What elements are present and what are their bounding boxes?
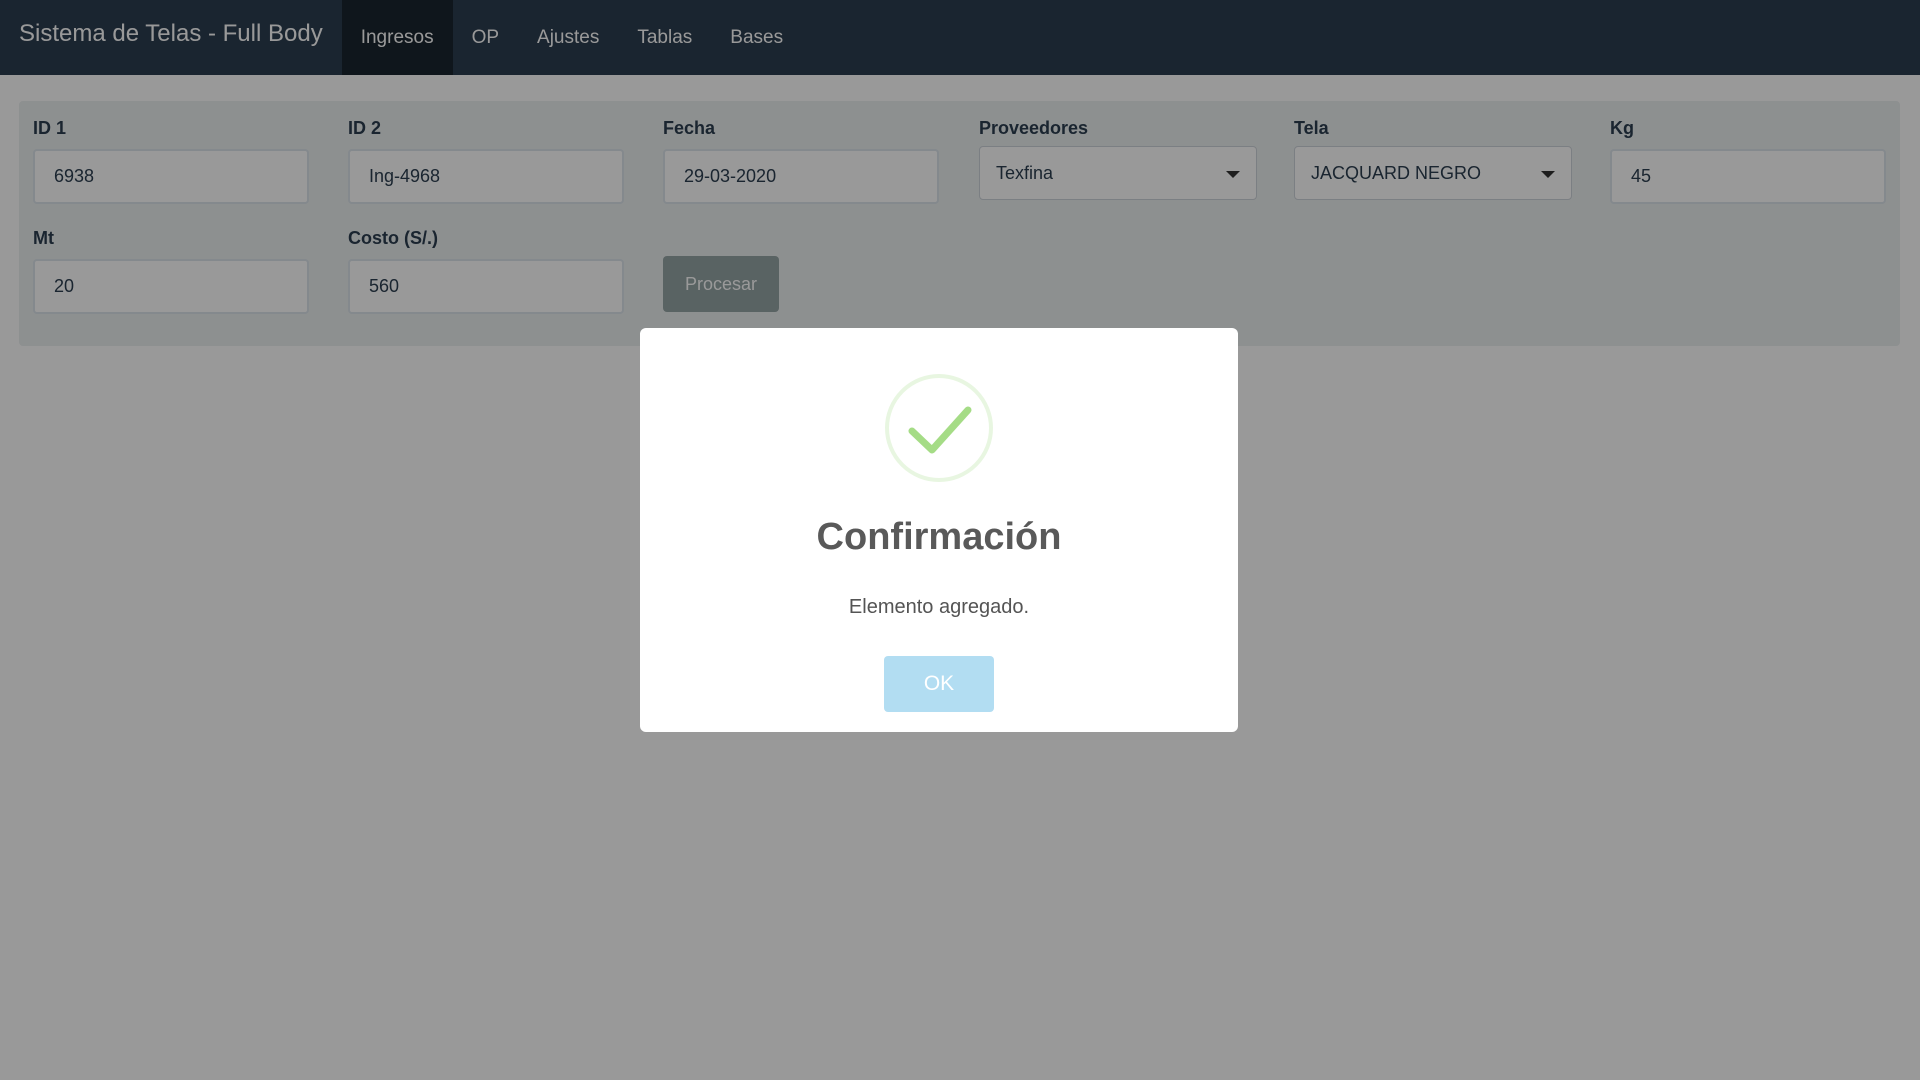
dialog-title: Confirmación — [816, 516, 1062, 558]
page: Sistema de Telas - Full Body Ingresos OP… — [0, 0, 1920, 1080]
success-check-icon — [885, 374, 993, 482]
confirmation-dialog: Confirmación Elemento agregado. OK — [640, 328, 1238, 732]
dialog-message: Elemento agregado. — [848, 596, 1030, 618]
ok-button[interactable]: OK — [884, 656, 994, 712]
